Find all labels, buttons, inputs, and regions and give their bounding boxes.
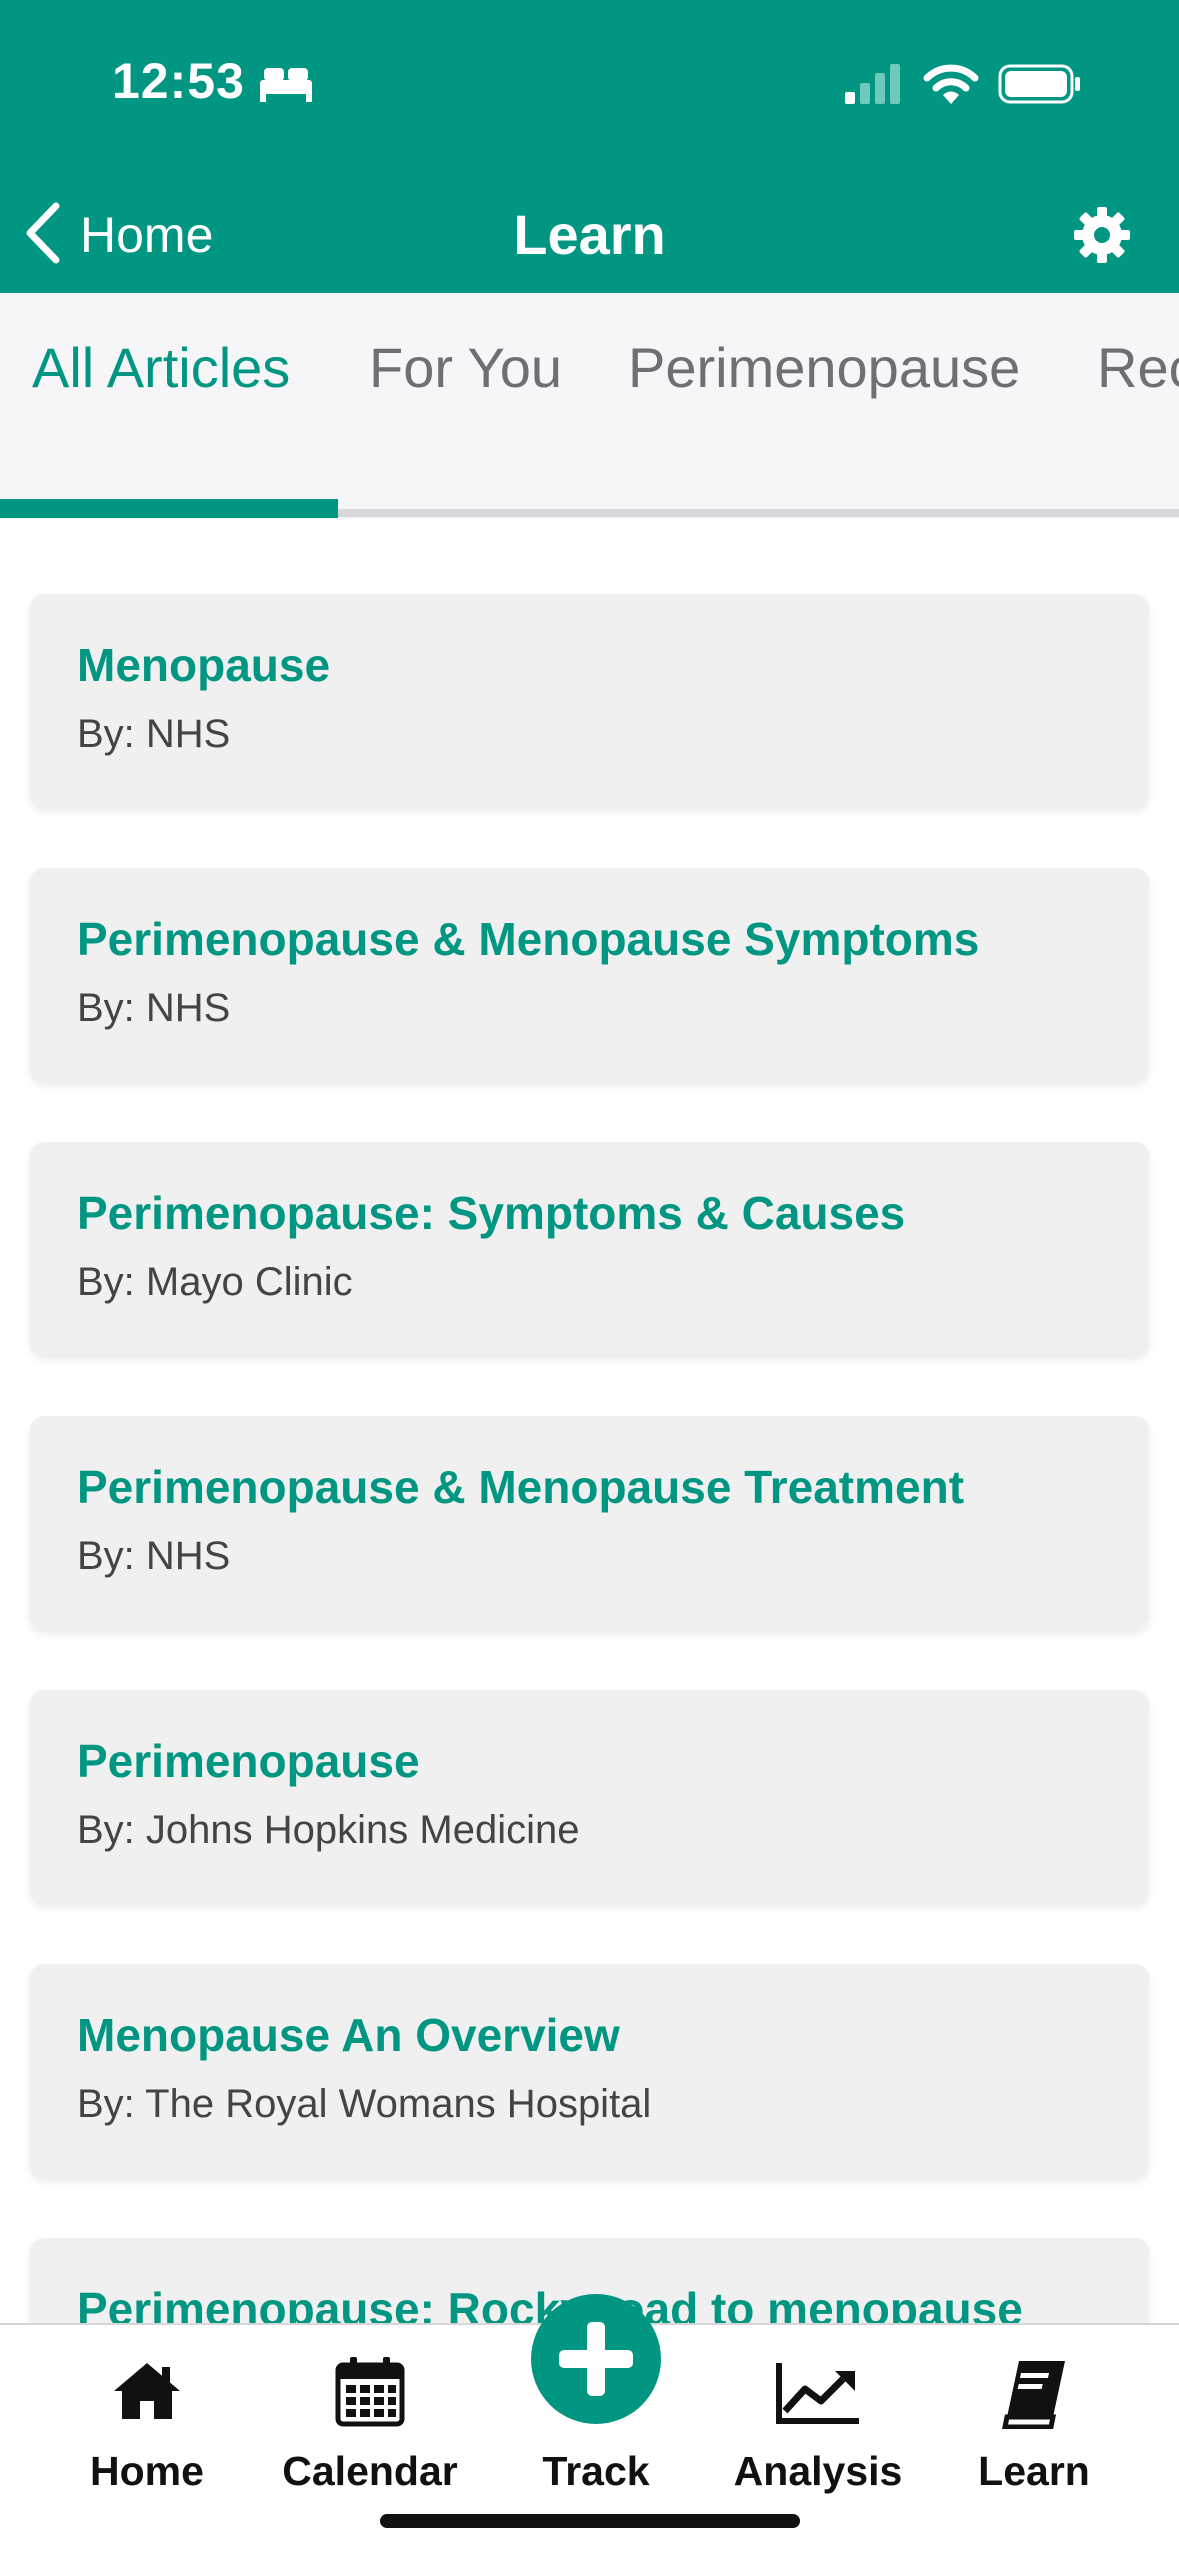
article-card[interactable]: Menopause An Overview By: The Royal Woma…	[30, 1964, 1149, 2178]
wifi-icon	[923, 62, 979, 111]
bottom-tab-home[interactable]: Home	[47, 2325, 247, 2525]
article-source: By: NHS	[77, 986, 231, 1030]
article-list: Menopause By: NHS Perimenopause & Menopa…	[0, 519, 1179, 2323]
tab-rec[interactable]: Rec	[1097, 335, 1179, 400]
article-title: Perimenopause & Menopause Symptoms	[77, 913, 980, 965]
gear-icon[interactable]	[1072, 205, 1132, 270]
bottom-tab-analysis[interactable]: Analysis	[718, 2325, 918, 2525]
track-add-button[interactable]	[531, 2294, 661, 2424]
battery-icon	[998, 64, 1082, 109]
bottom-tab-label: Track	[542, 2448, 650, 2494]
article-source: By: NHS	[77, 712, 231, 756]
home-indicator	[380, 2514, 800, 2528]
article-card[interactable]: Perimenopause: Symptoms & Causes By: May…	[30, 1142, 1149, 1356]
book-icon	[999, 2359, 1069, 2434]
sleep-focus-icon	[258, 66, 314, 107]
bottom-tab-label: Analysis	[733, 2448, 903, 2494]
article-card[interactable]: Perimenopause & Menopause Symptoms By: N…	[30, 868, 1149, 1082]
article-title: Menopause	[77, 639, 331, 691]
bottom-tab-calendar[interactable]: Calendar	[270, 2325, 470, 2525]
bottom-tab-label: Learn	[978, 2448, 1090, 2494]
article-title: Perimenopause & Menopause Treatment	[77, 1461, 965, 1513]
tab-indicator	[0, 499, 338, 518]
bottom-tab-label: Home	[90, 2448, 204, 2494]
page-title: Learn	[513, 203, 666, 266]
status-time: 12:53	[112, 53, 245, 109]
article-card[interactable]: Perimenopause By: Johns Hopkins Medicine	[30, 1690, 1149, 1904]
article-source: By: NHS	[77, 1534, 231, 1578]
bottom-tab-label: Calendar	[282, 2448, 458, 2494]
cellular-signal-icon	[843, 62, 903, 111]
article-card[interactable]: Menopause By: NHS	[30, 594, 1149, 808]
home-icon	[110, 2359, 184, 2428]
bottom-tab-learn[interactable]: Learn	[934, 2325, 1134, 2525]
category-tabs: All Articles For You Perimenopause Rec	[0, 293, 1179, 519]
article-source: By: Mayo Clinic	[77, 1260, 353, 1304]
article-card[interactable]: Perimenopause & Menopause Treatment By: …	[30, 1416, 1149, 1630]
article-title: Menopause An Overview	[77, 2009, 620, 2061]
chart-line-icon	[775, 2361, 861, 2430]
app-header: 12:53 Home Learn	[0, 0, 1179, 293]
calendar-icon	[335, 2355, 405, 2432]
article-title: Perimenopause	[77, 1735, 420, 1787]
tab-all-articles[interactable]: All Articles	[32, 335, 290, 400]
article-source: By: The Royal Womans Hospital	[77, 2082, 652, 2126]
article-title: Perimenopause: Symptoms & Causes	[77, 1187, 906, 1239]
tab-perimenopause[interactable]: Perimenopause	[628, 335, 1020, 400]
article-source: By: Johns Hopkins Medicine	[77, 1808, 580, 1852]
tab-for-you[interactable]: For You	[369, 335, 562, 400]
